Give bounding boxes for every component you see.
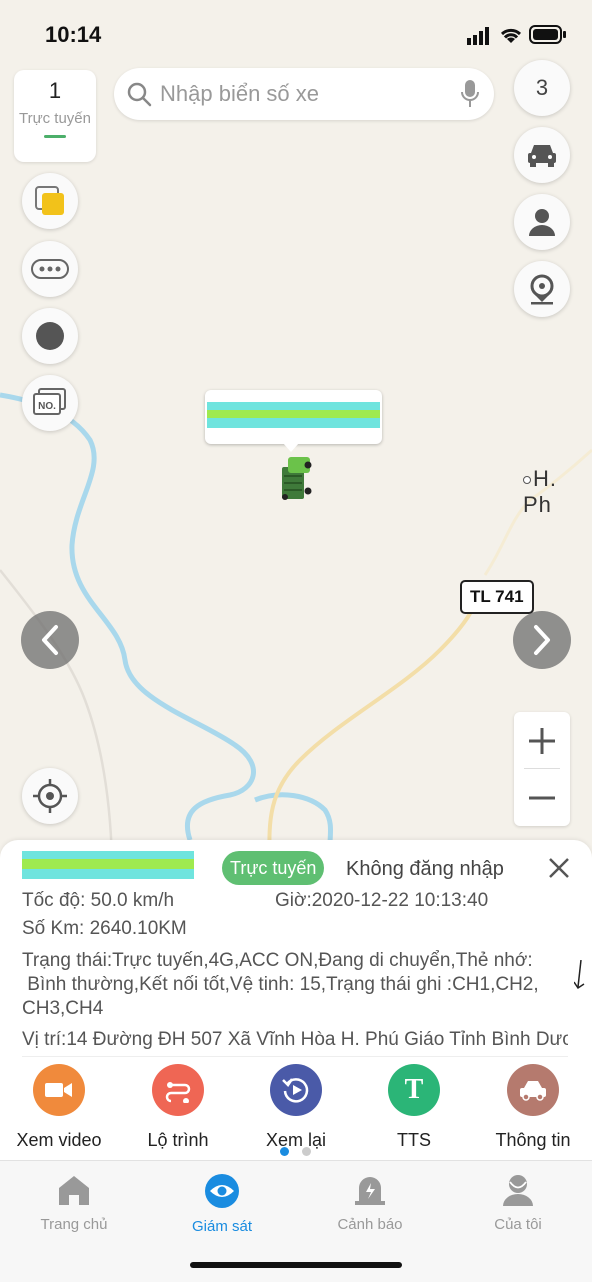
zoom-control xyxy=(514,712,570,826)
search-input[interactable]: Nhập biển số xe xyxy=(160,81,460,107)
action-label: Xem video xyxy=(16,1130,102,1150)
action-label: Xem lại xyxy=(265,1130,327,1150)
tab-label: Cảnh báo xyxy=(337,1216,403,1233)
online-count: 1 xyxy=(48,78,62,103)
place-label-text: H. Ph xyxy=(523,466,557,517)
status-info-line-1: Trạng thái:Trực tuyến,4G,ACC ON,Đang di … xyxy=(22,950,533,971)
status-badge: Trực tuyến xyxy=(222,851,325,885)
status-info-line-2: Bình thường,Kết nối tốt,Vệ tinh: 15,Trạn… xyxy=(22,974,539,995)
chevron-left-icon xyxy=(42,625,58,655)
action-label: TTS xyxy=(397,1130,431,1150)
home-icon xyxy=(59,1176,89,1205)
person-icon xyxy=(529,209,555,236)
vehicle-count-badge: 3 xyxy=(535,75,549,100)
tab-label: Của tôi xyxy=(494,1216,542,1233)
driver-button[interactable] xyxy=(514,194,570,250)
route-icon xyxy=(152,1064,204,1116)
thong-tin-button[interactable]: Thông tin xyxy=(478,1064,588,1151)
location-pin-icon xyxy=(530,274,554,305)
lo-trinh-button[interactable]: Lộ trình xyxy=(123,1064,233,1151)
vehicle-list-button[interactable] xyxy=(514,127,570,183)
page-dot-active[interactable] xyxy=(280,1147,289,1156)
action-label: Thông tin xyxy=(495,1130,571,1150)
speed-info: Tốc độ: 50.0 km/h xyxy=(22,890,175,911)
eye-icon xyxy=(205,1174,239,1208)
tts-button[interactable]: T TTS xyxy=(359,1064,469,1151)
plate-label-toggle-button[interactable]: NO. xyxy=(22,375,78,431)
replay-icon xyxy=(270,1064,322,1116)
panel-divider xyxy=(22,1056,568,1057)
chevron-right-icon xyxy=(534,625,550,655)
time-info: Giờ:2020-12-22 10:13:40 xyxy=(275,890,489,911)
online-label: Trực tuyến xyxy=(18,110,91,127)
zoom-divider xyxy=(524,768,560,769)
tab-giam-sat[interactable]: Giám sát xyxy=(148,1173,296,1235)
record-button[interactable] xyxy=(22,308,78,364)
zoom-out-button[interactable] xyxy=(514,769,570,826)
minus-icon xyxy=(529,796,555,799)
tab-cua-toi[interactable]: Của tôi xyxy=(444,1173,592,1233)
status-bar: 10:14 xyxy=(0,0,592,70)
route-shield: TL 741 xyxy=(460,580,534,614)
more-dots-icon xyxy=(31,259,69,279)
tab-canh-bao[interactable]: Cảnh báo xyxy=(296,1173,444,1233)
tab-label: Trang chủ xyxy=(40,1216,108,1233)
status-info-line-3: CH3,CH4 xyxy=(22,998,104,1019)
crosshair-icon xyxy=(33,779,67,813)
location-pin-button[interactable] xyxy=(514,261,570,317)
car-icon xyxy=(528,145,556,167)
next-vehicle-button[interactable] xyxy=(513,611,571,669)
tts-icon: T xyxy=(388,1064,440,1116)
previous-vehicle-button[interactable] xyxy=(21,611,79,669)
xem-lai-button[interactable]: Xem lại xyxy=(241,1064,351,1151)
place-label: H. Ph xyxy=(523,466,592,518)
car-info-icon xyxy=(507,1064,559,1116)
user-icon xyxy=(503,1175,533,1206)
place-dot xyxy=(523,476,531,485)
redacted-plate-label xyxy=(207,402,380,428)
video-camera-icon xyxy=(33,1064,85,1116)
alarm-icon xyxy=(355,1177,385,1205)
tab-trang-chu[interactable]: Trang chủ xyxy=(0,1173,148,1233)
active-indicator xyxy=(44,135,66,138)
search-icon xyxy=(127,82,152,107)
wifi-icon xyxy=(500,28,522,43)
tab-label: Giám sát xyxy=(191,1218,252,1235)
location-info: Vị trí:14 Đường ĐH 507 Xã Vĩnh Hòa H. Ph… xyxy=(22,1029,568,1050)
zoom-in-button[interactable] xyxy=(514,712,570,769)
page-dot[interactable] xyxy=(302,1147,311,1156)
record-icon xyxy=(36,322,64,350)
truck-marker-icon[interactable] xyxy=(280,455,314,501)
home-indicator xyxy=(190,1262,402,1268)
vehicle-count-button[interactable]: 3 xyxy=(514,60,570,116)
layers-icon xyxy=(35,186,64,215)
online-counter-card[interactable]: 1 Trực tuyến xyxy=(14,70,96,162)
close-icon[interactable] xyxy=(548,857,570,879)
odometer-info: Số Km: 2640.10KM xyxy=(22,918,187,939)
cellular-signal-icon xyxy=(467,27,489,45)
search-bar[interactable]: Nhập biển số xe xyxy=(114,68,494,120)
svg-text:NO.: NO. xyxy=(38,401,56,412)
redacted-plate-number xyxy=(22,851,194,879)
plate-number-icon: NO. xyxy=(33,388,66,415)
bubble-pointer xyxy=(283,443,299,452)
my-location-button[interactable] xyxy=(22,768,78,824)
vehicle-plate-bubble[interactable] xyxy=(205,390,382,444)
action-label: Lộ trình xyxy=(147,1130,209,1150)
login-status: Không đăng nhập xyxy=(346,858,504,880)
map-layers-button[interactable] xyxy=(22,173,78,229)
xem-video-button[interactable]: Xem video xyxy=(4,1064,114,1151)
microphone-icon[interactable] xyxy=(460,79,480,109)
expand-arrow-icon[interactable] xyxy=(574,960,586,990)
battery-icon xyxy=(529,25,566,44)
more-options-button[interactable] xyxy=(22,241,78,297)
status-time: 10:14 xyxy=(45,22,102,47)
plus-icon xyxy=(529,727,555,754)
